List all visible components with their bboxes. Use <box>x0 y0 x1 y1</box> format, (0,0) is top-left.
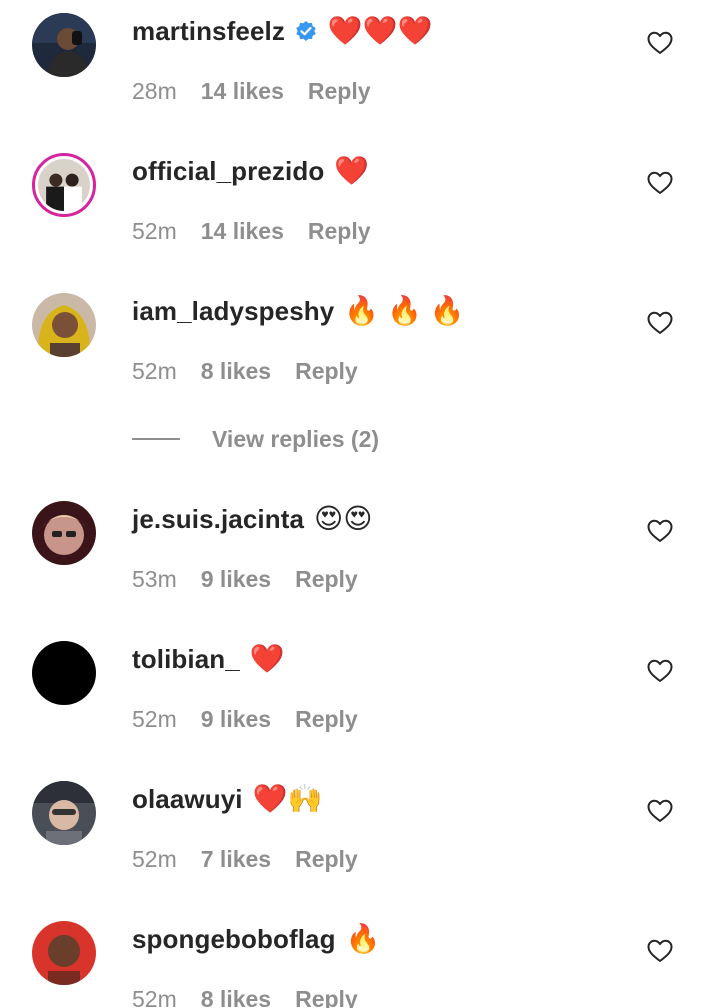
heart-outline-icon[interactable] <box>646 657 674 685</box>
comment-time: 52m <box>132 705 177 732</box>
comment-likes[interactable]: 8 likes <box>201 986 271 1008</box>
comment-text: 😍😍 <box>314 503 373 534</box>
comment-item: official_prezido ❤️ 52m 14 likes Reply <box>0 140 720 260</box>
comment-time: 53m <box>132 565 177 592</box>
comment-text: ❤️ <box>334 155 370 186</box>
avatar-image <box>32 921 96 985</box>
comment-username[interactable]: tolibian_ <box>132 644 240 675</box>
comment-likes[interactable]: 8 likes <box>201 358 271 385</box>
comment-item: je.suis.jacinta 😍😍 53m 9 likes Reply <box>0 488 720 608</box>
comments-list: martinsfeelz ❤️❤️❤️ 28m 14 likes Reply o… <box>0 0 720 1008</box>
reply-button[interactable]: Reply <box>295 358 358 385</box>
comment-likes[interactable]: 9 likes <box>201 706 271 733</box>
comment-likes[interactable]: 14 likes <box>201 78 284 105</box>
comment-item: martinsfeelz ❤️❤️❤️ 28m 14 likes Reply <box>0 0 720 120</box>
comment-time: 52m <box>132 845 177 872</box>
comment-time: 52m <box>132 217 177 244</box>
heart-outline-icon[interactable] <box>646 29 674 57</box>
comment-likes[interactable]: 9 likes <box>201 566 271 593</box>
comment-text: 🔥 <box>345 923 381 954</box>
view-replies-divider <box>132 438 180 440</box>
heart-outline-icon[interactable] <box>646 517 674 545</box>
comment-time: 52m <box>132 985 177 1008</box>
avatar-image <box>32 501 96 565</box>
avatar[interactable] <box>32 641 96 705</box>
avatar[interactable] <box>32 13 96 77</box>
avatar-image <box>32 641 96 705</box>
avatar-image <box>38 159 90 211</box>
reply-button[interactable]: Reply <box>295 986 358 1008</box>
reply-button[interactable]: Reply <box>308 218 371 245</box>
avatar-image <box>32 781 96 845</box>
verified-badge-icon <box>294 19 318 43</box>
reply-button[interactable]: Reply <box>295 566 358 593</box>
view-replies-label: View replies (2) <box>212 425 380 452</box>
avatar[interactable] <box>32 501 96 565</box>
avatar-image <box>32 293 96 357</box>
comment-username[interactable]: martinsfeelz <box>132 16 285 47</box>
comment-item: olaawuyi ❤️🙌 52m 7 likes Reply <box>0 768 720 888</box>
avatar-image <box>32 13 96 77</box>
comment-item: tolibian_ ❤️ 52m 9 likes Reply <box>0 628 720 748</box>
reply-button[interactable]: Reply <box>308 78 371 105</box>
comment-time: 28m <box>132 77 177 104</box>
comment-item: iam_ladyspeshy 🔥 🔥 🔥 52m 8 likes Reply <box>0 280 720 400</box>
comment-username[interactable]: olaawuyi <box>132 784 243 815</box>
avatar[interactable] <box>32 153 96 217</box>
heart-outline-icon[interactable] <box>646 309 674 337</box>
avatar[interactable] <box>32 921 96 985</box>
comment-likes[interactable]: 14 likes <box>201 218 284 245</box>
comment-text: ❤️🙌 <box>252 783 323 814</box>
comment-username[interactable]: iam_ladyspeshy <box>132 296 334 327</box>
heart-outline-icon[interactable] <box>646 169 674 197</box>
avatar[interactable] <box>32 781 96 845</box>
avatar[interactable] <box>32 293 96 357</box>
reply-button[interactable]: Reply <box>295 706 358 733</box>
comment-username[interactable]: spongeboboflag <box>132 924 336 955</box>
comment-text: ❤️ <box>249 643 285 674</box>
comment-likes[interactable]: 7 likes <box>201 846 271 873</box>
heart-outline-icon[interactable] <box>646 797 674 825</box>
view-replies-button[interactable]: View replies (2) <box>132 422 379 456</box>
comment-time: 52m <box>132 357 177 384</box>
heart-outline-icon[interactable] <box>646 937 674 965</box>
comment-text: ❤️❤️❤️ <box>327 15 433 46</box>
comment-username[interactable]: official_prezido <box>132 156 324 187</box>
comment-item: spongeboboflag 🔥 52m 8 likes Reply <box>0 908 720 1008</box>
reply-button[interactable]: Reply <box>295 846 358 873</box>
comment-username[interactable]: je.suis.jacinta <box>132 504 304 535</box>
comment-text: 🔥 🔥 🔥 <box>344 295 465 326</box>
